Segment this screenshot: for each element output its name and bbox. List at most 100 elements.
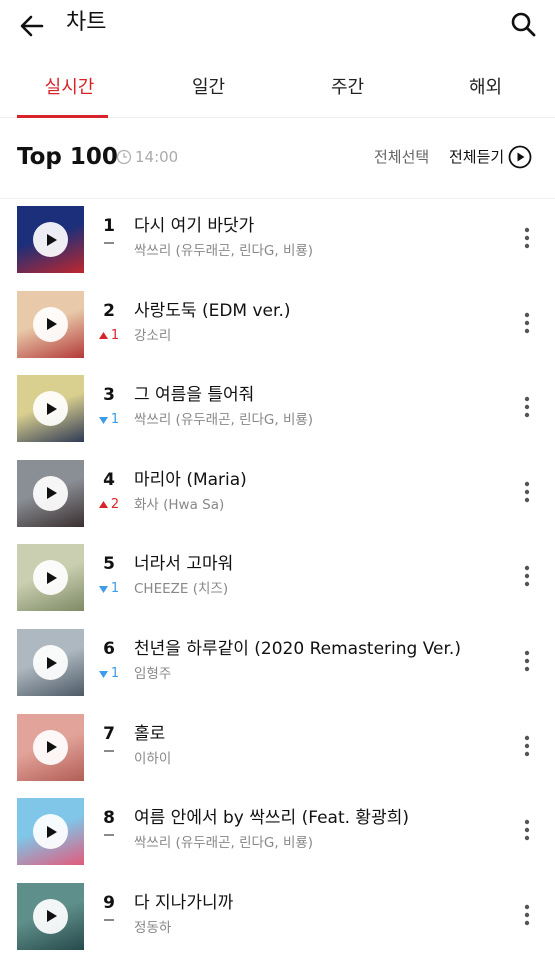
rank-same-icon <box>104 242 114 244</box>
rank-number: 2 <box>103 300 115 321</box>
tab-label: 실시간 <box>44 77 95 98</box>
chart-title: Top 100 <box>17 144 118 170</box>
artist-name[interactable]: 강소리 <box>134 327 494 345</box>
artist-name[interactable]: CHEEZE (치즈) <box>134 580 494 598</box>
rank-change: 1 <box>92 327 126 345</box>
update-time: 14:00 <box>116 146 178 168</box>
play-button[interactable] <box>33 222 68 257</box>
play-all-button[interactable]: 전체듣기 <box>449 144 532 170</box>
album-cover[interactable] <box>17 629 84 696</box>
tab-daily[interactable]: 일간 <box>139 66 278 118</box>
album-cover[interactable] <box>17 713 84 781</box>
select-all-button[interactable]: 전체선택 <box>374 146 429 168</box>
rank-down-icon <box>98 585 108 593</box>
more-vertical-icon <box>524 396 530 418</box>
more-options-button[interactable] <box>512 558 542 594</box>
rank-down-icon <box>98 670 108 678</box>
search-icon <box>511 12 536 37</box>
back-arrow-icon <box>20 15 44 37</box>
play-icon <box>46 656 57 669</box>
chart-row[interactable]: 6 1 천년을 하루같이 (2020 Remastering Ver.) 임형주 <box>0 621 555 705</box>
play-icon <box>46 487 57 500</box>
tab-label: 주간 <box>330 77 365 98</box>
album-cover[interactable] <box>17 882 84 950</box>
more-options-button[interactable] <box>512 389 542 425</box>
artist-name[interactable]: 싹쓰리 (유두래곤, 린다G, 비룡) <box>134 834 494 852</box>
chart-row[interactable]: 7 홀로 이하이 <box>0 706 555 790</box>
chart-row[interactable]: 1 다시 여기 바닷가 싹쓰리 (유두래곤, 린다G, 비룡) <box>0 198 555 282</box>
play-button[interactable] <box>33 306 68 342</box>
album-cover[interactable] <box>17 544 84 612</box>
tab-overseas[interactable]: 해외 <box>416 66 555 118</box>
rank-number: 9 <box>103 892 115 913</box>
play-button[interactable] <box>33 560 68 596</box>
rank-change-value: 1 <box>110 412 120 428</box>
rank-same-icon <box>104 749 114 752</box>
more-options-button[interactable] <box>512 220 542 256</box>
more-vertical-icon <box>524 566 530 587</box>
album-cover[interactable] <box>17 290 84 358</box>
chart-tabs: 실시간 일간 주간 해외 <box>0 66 555 118</box>
play-icon <box>46 741 57 754</box>
song-title[interactable]: 다시 여기 바닷가 <box>134 214 494 238</box>
chart-row[interactable]: 3 1 그 여름을 틀어줘 싹쓰리 (유두래곤, 린다G, 비룡) <box>0 367 555 451</box>
song-title[interactable]: 그 여름을 틀어줘 <box>134 383 494 407</box>
artist-name[interactable]: 임형주 <box>134 665 494 683</box>
play-button[interactable] <box>33 391 68 427</box>
artist-name[interactable]: 싹쓰리 (유두래곤, 린다G, 비룡) <box>134 242 494 260</box>
chart-row[interactable]: 4 2 마리아 (Maria) 화사 (Hwa Sa) <box>0 452 555 536</box>
more-options-button[interactable] <box>512 305 542 341</box>
rank-number: 1 <box>103 216 115 236</box>
artist-name[interactable]: 화사 (Hwa Sa) <box>134 496 494 514</box>
more-options-button[interactable] <box>512 474 542 510</box>
rank-same-icon <box>104 918 114 921</box>
tab-realtime[interactable]: 실시간 <box>0 66 139 118</box>
play-all-label: 전체듣기 <box>449 148 505 166</box>
tab-weekly[interactable]: 주간 <box>278 66 417 118</box>
play-button[interactable] <box>33 475 68 511</box>
tab-label: 해외 <box>468 77 503 98</box>
album-cover[interactable] <box>17 375 84 443</box>
more-options-button[interactable] <box>512 728 542 764</box>
album-cover[interactable] <box>17 459 84 527</box>
play-button[interactable] <box>33 814 68 850</box>
chart-row[interactable]: 2 1 사랑도둑 (EDM ver.) 강소리 <box>0 283 555 367</box>
rank-change-value: 1 <box>110 327 120 343</box>
play-button[interactable] <box>33 729 68 765</box>
chart-row[interactable]: 8 여름 안에서 by 싹쓰리 (Feat. 황광희) 싹쓰리 (유두래곤, 린… <box>0 790 555 874</box>
search-button[interactable] <box>505 6 541 42</box>
song-title[interactable]: 홀로 <box>134 722 494 746</box>
song-title[interactable]: 너라서 고마워 <box>134 552 494 576</box>
song-title[interactable]: 다 지나가니까 <box>134 891 494 915</box>
artist-name[interactable]: 싹쓰리 (유두래곤, 린다G, 비룡) <box>134 411 494 429</box>
chart-row[interactable]: 5 1 너라서 고마워 CHEEZE (치즈) <box>0 536 555 620</box>
rank-change: 2 <box>92 496 126 514</box>
chart-header: Top 100 14:00 전체선택 전체듣기 <box>0 136 555 180</box>
more-options-button[interactable] <box>512 897 542 933</box>
song-title[interactable]: 사랑도둑 (EDM ver.) <box>134 299 494 323</box>
rank-change <box>92 834 126 837</box>
album-cover[interactable] <box>17 206 84 273</box>
rank-change: 1 <box>92 580 126 598</box>
artist-name[interactable]: 정동하 <box>134 919 494 937</box>
play-circle-icon <box>508 145 532 169</box>
chart-row[interactable]: 9 다 지나가니까 정동하 <box>0 875 555 959</box>
more-vertical-icon <box>524 650 530 672</box>
rank-change: 1 <box>92 665 126 683</box>
play-button[interactable] <box>33 645 68 680</box>
album-cover[interactable] <box>17 798 84 866</box>
play-icon <box>46 318 57 331</box>
more-options-button[interactable] <box>512 643 542 679</box>
play-button[interactable] <box>33 898 68 934</box>
rank-change-value: 1 <box>110 666 120 681</box>
artist-name[interactable]: 이하이 <box>134 750 494 768</box>
page-title: 차트 <box>66 10 107 35</box>
rank-number: 5 <box>103 554 115 575</box>
song-title[interactable]: 여름 안에서 by 싹쓰리 (Feat. 황광희) <box>134 806 494 830</box>
song-title[interactable]: 마리아 (Maria) <box>134 468 494 492</box>
play-icon <box>46 233 57 246</box>
back-button[interactable] <box>14 8 50 44</box>
play-icon <box>46 571 57 584</box>
song-title[interactable]: 천년을 하루같이 (2020 Remastering Ver.) <box>134 637 494 661</box>
more-options-button[interactable] <box>512 812 542 848</box>
